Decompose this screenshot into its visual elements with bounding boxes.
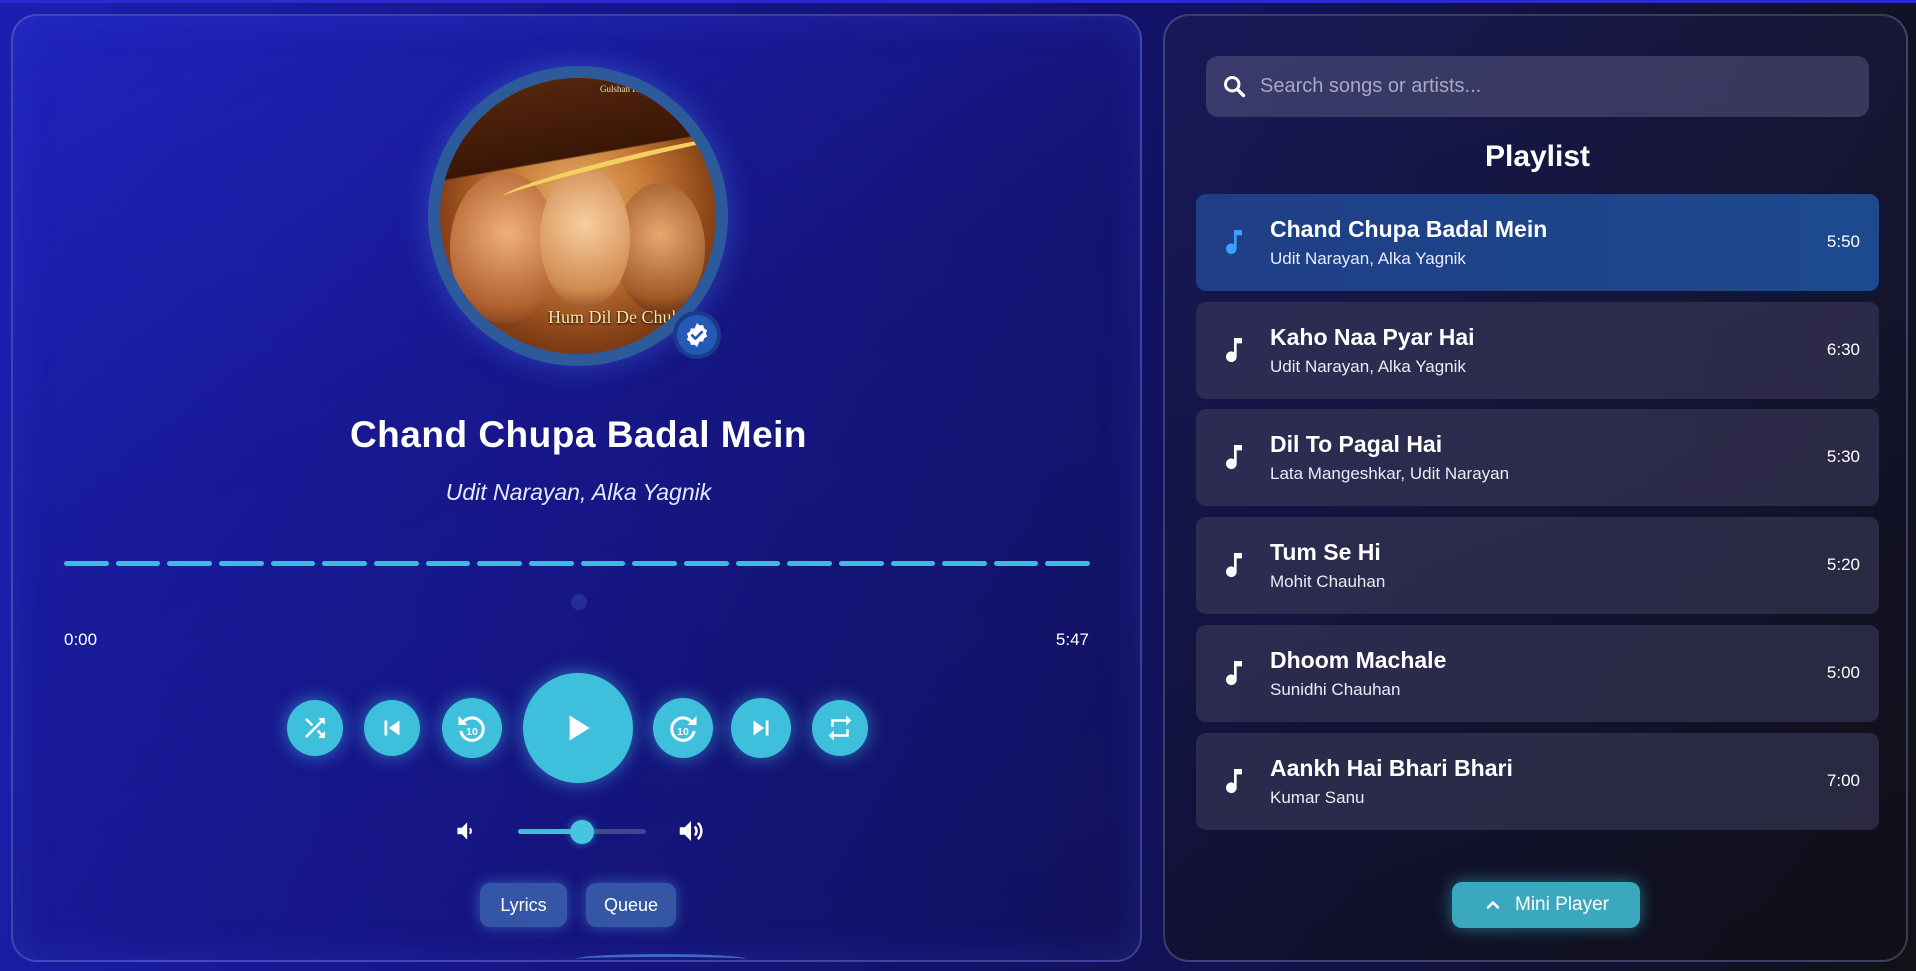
progress-segment <box>218 561 264 566</box>
track-artist: Lata Mangeshkar, Udit Narayan <box>1270 464 1510 483</box>
track-title: Tum Se Hi <box>1270 539 1381 565</box>
repeat-icon <box>828 715 852 741</box>
progress-segment <box>683 561 729 566</box>
replay-10-icon: 10 <box>458 716 485 742</box>
music-note-icon <box>1226 769 1242 794</box>
progress-segment <box>270 561 316 566</box>
forward-10-icon: 10 <box>670 716 697 742</box>
track-title: Dil To Pagal Hai <box>1270 431 1443 457</box>
playlist-track[interactable]: Chand Chupa Badal Mein Udit Narayan, Alk… <box>1196 194 1879 291</box>
play-icon <box>569 715 590 741</box>
progress-segment <box>993 561 1039 566</box>
playlist-track[interactable]: Dil To Pagal Hai Lata Mangeshkar, Udit N… <box>1196 409 1879 506</box>
volume-slider[interactable] <box>518 820 646 844</box>
svg-text:10: 10 <box>677 726 689 738</box>
progress-segment <box>890 561 936 566</box>
search-icon <box>1224 76 1246 98</box>
skip-next-icon <box>753 720 769 736</box>
playlist-track[interactable]: Tum Se Hi Mohit Chauhan 5:20 <box>1196 517 1879 614</box>
track-duration: 5:20 <box>1826 555 1860 574</box>
music-note-icon <box>1226 661 1242 686</box>
playlist-track[interactable]: Kaho Naa Pyar Hai Udit Narayan, Alka Yag… <box>1196 302 1879 399</box>
track-artist: Kumar Sanu <box>1270 788 1365 807</box>
playlist-track[interactable]: Dhoom Machale Sunidhi Chauhan 5:00 <box>1196 625 1879 722</box>
previous-button[interactable] <box>364 700 420 756</box>
search-input[interactable] <box>1260 56 1860 117</box>
shuffle-icon <box>305 718 325 738</box>
track-artist: Udit Narayan, Alka Yagnik <box>1270 249 1466 268</box>
progress-segment <box>580 561 626 566</box>
track-duration: 5:00 <box>1826 663 1860 682</box>
playlist-track[interactable]: Aankh Hai Bhari Bhari Kumar Sanu 7:00 <box>1196 733 1879 830</box>
progress-segment <box>1045 561 1091 566</box>
volume-slider-thumb[interactable] <box>570 820 594 844</box>
progress-segment <box>425 561 471 566</box>
skip-previous-icon <box>384 720 400 736</box>
music-note-icon <box>1226 338 1242 363</box>
chevron-up-icon <box>1486 901 1500 909</box>
music-note-icon <box>1226 445 1242 470</box>
time-total: 5:47 <box>1055 630 1089 649</box>
track-title: Chand Chupa Badal Mein <box>1270 216 1548 242</box>
now-playing-title: Chand Chupa Badal Mein <box>349 414 808 455</box>
progress-segment <box>632 561 677 566</box>
progress-segment <box>322 561 367 566</box>
progress-segment <box>942 561 987 566</box>
music-note-icon <box>1226 230 1242 255</box>
track-artist: Sunidhi Chauhan <box>1270 680 1401 699</box>
playlist-panel: Playlist Chand Chupa Badal Mein Udit Nar… <box>1163 14 1908 962</box>
album-art: Gulshan K Hum Dil De Chuke <box>440 78 716 354</box>
time-current: 0:00 <box>64 630 98 649</box>
player-panel: Gulshan K Hum Dil De Chuke Chand Chupa B… <box>11 14 1142 962</box>
track-duration: 6:30 <box>1826 340 1860 359</box>
track-duration: 5:30 <box>1826 447 1860 466</box>
queue-button[interactable]: Queue <box>586 883 676 927</box>
forward-10-button[interactable]: 10 <box>653 698 713 758</box>
play-button[interactable] <box>523 673 633 783</box>
progress-knob[interactable] <box>571 594 587 610</box>
progress-segment <box>838 561 884 566</box>
progress-segment <box>373 561 419 566</box>
track-title: Dhoom Machale <box>1270 647 1447 673</box>
progress-segment <box>167 561 212 566</box>
verified-badge-icon <box>673 311 721 359</box>
track-title: Aankh Hai Bhari Bhari <box>1270 755 1513 781</box>
album-art-frame: Gulshan K Hum Dil De Chuke <box>428 66 728 366</box>
now-playing-artist: Udit Narayan, Alka Yagnik <box>445 479 712 505</box>
track-duration: 7:00 <box>1826 771 1860 790</box>
track-artist: Mohit Chauhan <box>1270 572 1386 591</box>
svg-text:10: 10 <box>466 726 478 738</box>
shuffle-button[interactable] <box>287 700 343 756</box>
mini-player-label: Mini Player <box>1515 894 1609 915</box>
rewind-10-button[interactable]: 10 <box>442 698 502 758</box>
volume-low-icon[interactable] <box>452 818 478 849</box>
music-note-icon <box>1226 553 1242 578</box>
next-button[interactable] <box>731 698 791 758</box>
progress-segment <box>64 561 109 566</box>
progress-segment <box>735 561 781 566</box>
track-title: Kaho Naa Pyar Hai <box>1270 324 1475 350</box>
progress-segment <box>115 561 161 566</box>
mini-player-button[interactable]: Mini Player <box>1452 882 1640 928</box>
progress-segment <box>477 561 522 566</box>
album-art-top-text: Gulshan K <box>600 84 639 94</box>
search-bar[interactable] <box>1206 56 1869 117</box>
track-artist: Udit Narayan, Alka Yagnik <box>1270 357 1466 376</box>
volume-high-icon[interactable] <box>676 816 706 851</box>
playlist-heading: Playlist <box>1484 140 1591 173</box>
repeat-button[interactable] <box>812 700 868 756</box>
lyrics-button[interactable]: Lyrics <box>480 883 567 927</box>
progress-bar[interactable] <box>64 561 1091 566</box>
track-duration: 5:50 <box>1826 232 1860 251</box>
progress-segment <box>528 561 574 566</box>
progress-segment <box>787 561 832 566</box>
